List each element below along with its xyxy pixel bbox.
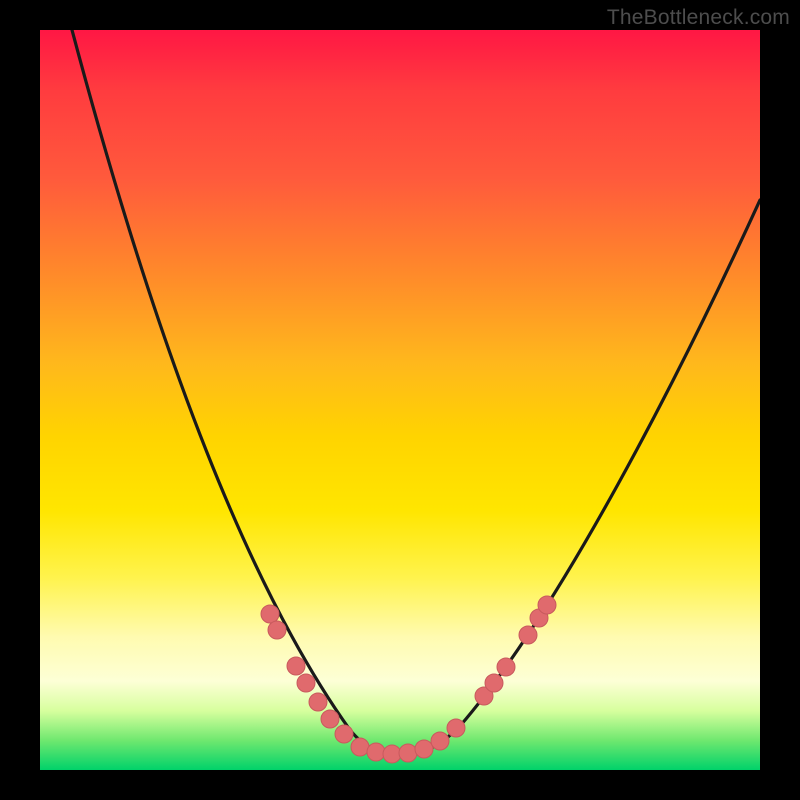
chart-frame: TheBottleneck.com <box>0 0 800 800</box>
curve-dot <box>415 740 433 758</box>
curve-dot <box>447 719 465 737</box>
curve-dot <box>268 621 286 639</box>
curve-dots <box>261 596 556 763</box>
curve-dot <box>399 744 417 762</box>
curve-dot <box>351 738 369 756</box>
curve-dot <box>519 626 537 644</box>
curve-dot <box>261 605 279 623</box>
curve-dot <box>383 745 401 763</box>
bottleneck-curve <box>72 30 760 754</box>
plot-area <box>40 30 760 770</box>
chart-svg <box>40 30 760 770</box>
watermark-text: TheBottleneck.com <box>607 6 790 30</box>
curve-dot <box>485 674 503 692</box>
curve-dot <box>497 658 515 676</box>
curve-dot <box>335 725 353 743</box>
curve-dot <box>297 674 315 692</box>
curve-dot <box>321 710 339 728</box>
curve-dot <box>538 596 556 614</box>
curve-dot <box>431 732 449 750</box>
curve-dot <box>309 693 327 711</box>
curve-dot <box>367 743 385 761</box>
curve-dot <box>287 657 305 675</box>
